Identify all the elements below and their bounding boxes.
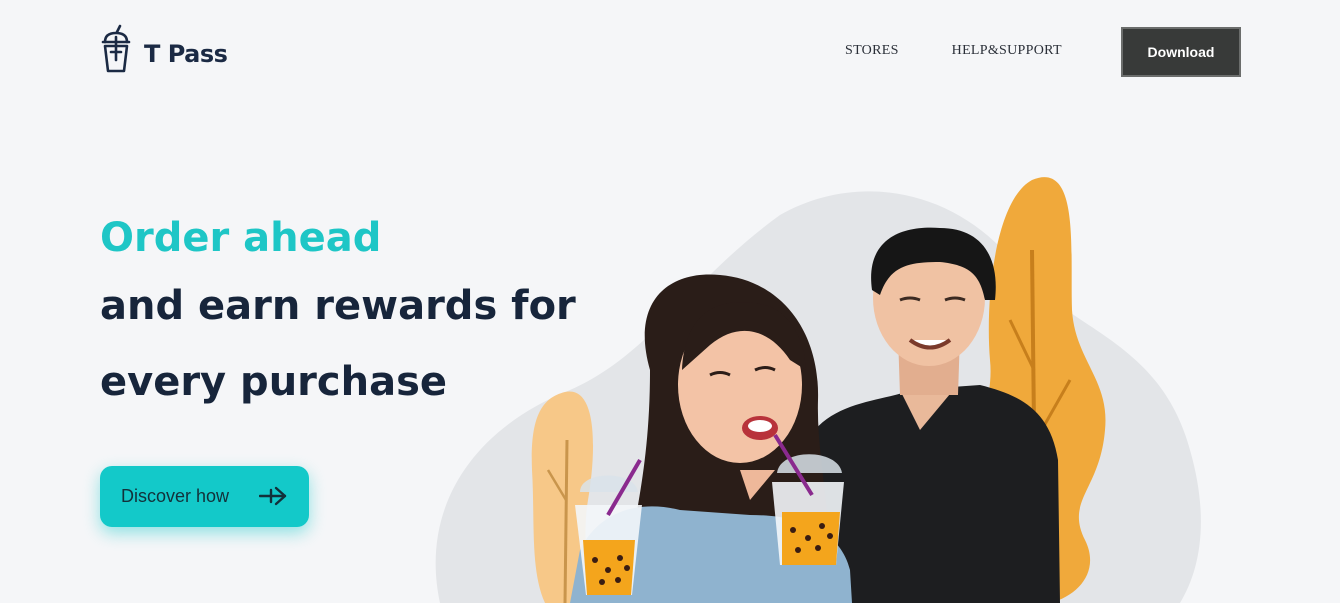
discover-how-button[interactable]: Discover how (100, 466, 309, 527)
main-nav: STORES HELP&SUPPORT (845, 43, 1115, 59)
discover-how-label: Discover how (121, 486, 230, 506)
brand-name: T Pass (144, 40, 228, 68)
brand-logo[interactable]: T Pass (100, 24, 228, 74)
arrow-right-icon (259, 486, 287, 506)
nav-item-help-support[interactable]: HELP&SUPPORT (952, 43, 1062, 59)
site-header: T Pass STORES HELP&SUPPORT Download (0, 0, 1340, 100)
hero-illustration (435, 177, 1201, 603)
bubble-tea-cup-icon (101, 24, 131, 73)
nav-item-stores[interactable]: STORES (845, 43, 899, 59)
download-button[interactable]: Download (1121, 27, 1241, 77)
